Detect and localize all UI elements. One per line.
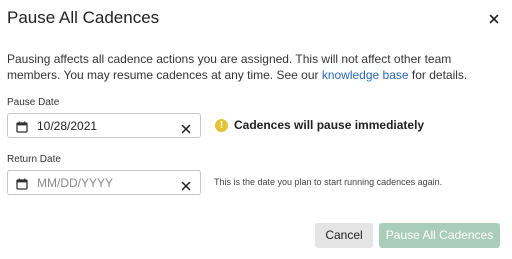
description-text-end: for details. xyxy=(408,68,468,82)
clear-icon[interactable] xyxy=(181,178,191,191)
close-icon[interactable] xyxy=(486,11,502,27)
knowledge-base-link[interactable]: knowledge base xyxy=(322,68,409,82)
pause-all-cadences-button[interactable]: Pause All Cadences xyxy=(379,223,500,248)
pause-status-text: Cadences will pause immediately xyxy=(234,118,425,132)
calendar-icon[interactable] xyxy=(16,120,28,133)
return-date-hint: This is the date you plan to start runni… xyxy=(214,177,443,187)
dialog-title: Pause All Cadences xyxy=(7,8,160,27)
cancel-button[interactable]: Cancel xyxy=(315,223,373,248)
return-date-input[interactable]: MM/DD/YYYY xyxy=(37,176,113,190)
pause-date-value[interactable]: 10/28/2021 xyxy=(37,119,97,133)
pause-date-field[interactable]: 10/28/2021 xyxy=(7,113,201,138)
pause-cadences-dialog: Pause All Cadences Pausing affects all c… xyxy=(0,0,512,259)
pause-date-label: Pause Date xyxy=(7,97,60,108)
calendar-icon[interactable] xyxy=(16,177,28,190)
dialog-description: Pausing affects all cadence actions you … xyxy=(7,51,507,83)
return-date-label: Return Date xyxy=(7,154,61,165)
return-date-field[interactable]: MM/DD/YYYY xyxy=(7,170,201,195)
clear-icon[interactable] xyxy=(181,121,191,134)
warning-icon: ! xyxy=(215,119,228,132)
